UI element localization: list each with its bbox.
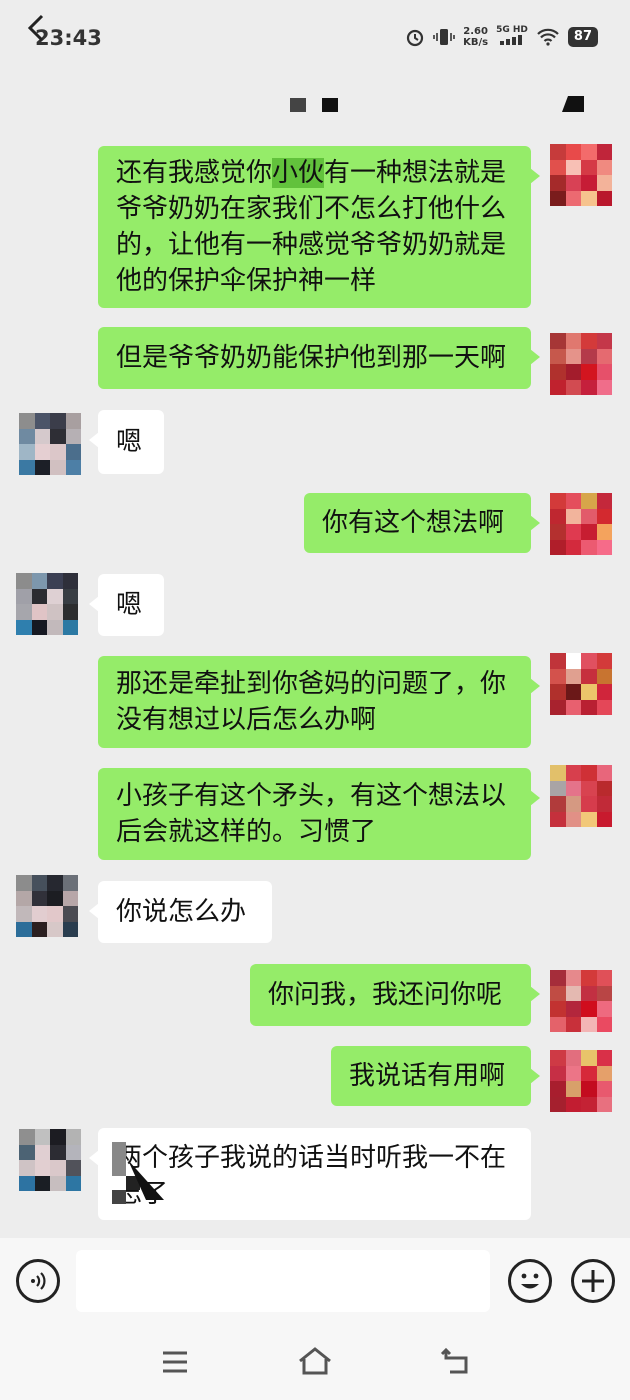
status-icons: 2.60 KB/s 5G HD 87 bbox=[405, 25, 598, 48]
message-text: 你问我，我还问你呢 bbox=[268, 980, 503, 1010]
contact-avatar[interactable] bbox=[19, 1129, 81, 1191]
back-nav-icon[interactable] bbox=[440, 1346, 470, 1376]
smiley-face-icon bbox=[521, 1273, 539, 1289]
highlighted-text: 小伙 bbox=[272, 158, 325, 188]
message-bubble[interactable]: 但是爷爷奶奶能保护他到那一天啊 bbox=[98, 327, 540, 389]
chat-title bbox=[290, 96, 342, 120]
message-text: 你说怎么办 bbox=[116, 897, 247, 927]
network-label: 5G HD bbox=[496, 25, 528, 35]
message-bubble[interactable]: 小孩子有这个矛头，有这个想法以后会就这样的。习惯了 bbox=[98, 768, 540, 860]
message-bubble[interactable]: 还有我感觉你小伙有一种想法就是爷爷奶奶在家我们不怎么打他什么的，让他有一种感觉爷… bbox=[98, 146, 540, 308]
alarm-icon bbox=[407, 29, 424, 46]
message-bubble[interactable]: 嗯 bbox=[89, 410, 164, 474]
contact-avatar[interactable] bbox=[16, 875, 78, 937]
vibrate-icon bbox=[433, 28, 455, 45]
message-bubble[interactable]: 你问我，我还问你呢 bbox=[250, 964, 540, 1026]
contact-avatar[interactable] bbox=[16, 573, 78, 635]
home-icon[interactable] bbox=[297, 1346, 333, 1376]
status-bar: 23:43 2.60 KB/s 5G HD 87 bbox=[0, 0, 630, 78]
menu-icon[interactable] bbox=[161, 1350, 189, 1374]
more-icon[interactable] bbox=[562, 94, 584, 114]
my-avatar[interactable] bbox=[550, 970, 612, 1032]
battery-icon: 87 bbox=[567, 26, 598, 47]
message-input[interactable] bbox=[76, 1250, 490, 1312]
message-text-part: 还有我感觉你 bbox=[116, 158, 273, 188]
message-text: 两个孩子我说的话当时听我一不在忘了 bbox=[116, 1143, 507, 1209]
message-text: 小孩子有这个矛头，有这个想法以后会就这样的。习惯了 bbox=[116, 781, 507, 847]
wifi-icon bbox=[537, 28, 559, 46]
message-bubble[interactable]: 那还是牵扯到你爸妈的问题了，你没有想过以后怎么办啊 bbox=[98, 656, 540, 748]
message-bubble[interactable]: 我说话有用啊 bbox=[331, 1046, 540, 1106]
message-bubble[interactable]: 你有这个想法啊 bbox=[304, 493, 540, 553]
message-text: 还有我感觉你小伙有一种想法就是爷爷奶奶在家我们不怎么打他什么的，让他有一种感觉爷… bbox=[116, 155, 513, 299]
plus-icon[interactable] bbox=[571, 1259, 615, 1303]
voice-icon[interactable] bbox=[16, 1259, 60, 1303]
message-text: 但是爷爷奶奶能保护他到那一天啊 bbox=[116, 343, 507, 373]
emoji-icon[interactable] bbox=[508, 1259, 552, 1303]
message-text: 那还是牵扯到你爸妈的问题了，你没有想过以后怎么办啊 bbox=[116, 669, 507, 735]
message-bubble[interactable]: 嗯 bbox=[89, 574, 164, 636]
message-text: 我说话有用啊 bbox=[349, 1061, 506, 1091]
message-text: 嗯 bbox=[116, 427, 143, 457]
signal-icon bbox=[500, 35, 523, 45]
net-speed: 2.60 KB/s bbox=[463, 26, 488, 48]
cursor-mosaic bbox=[112, 1142, 164, 1204]
contact-avatar[interactable] bbox=[19, 413, 81, 475]
network-type: 5G HD bbox=[496, 25, 528, 48]
my-avatar[interactable] bbox=[550, 493, 612, 555]
chat-title-mosaic bbox=[290, 98, 338, 112]
my-avatar[interactable] bbox=[550, 144, 612, 206]
my-avatar[interactable] bbox=[550, 765, 612, 827]
my-avatar[interactable] bbox=[550, 333, 612, 395]
chevron-left-icon[interactable] bbox=[22, 10, 52, 46]
net-speed-value: 2.60 bbox=[463, 25, 488, 37]
plus-glyph-icon bbox=[582, 1270, 604, 1292]
my-avatar[interactable] bbox=[550, 1050, 612, 1112]
message-text: 你有这个想法啊 bbox=[322, 508, 505, 538]
net-speed-unit: KB/s bbox=[463, 36, 489, 48]
message-text: 嗯 bbox=[116, 590, 143, 620]
voice-waves-icon bbox=[31, 1272, 46, 1290]
message-bubble[interactable]: 你说怎么办 bbox=[89, 881, 272, 943]
my-avatar[interactable] bbox=[550, 653, 612, 715]
